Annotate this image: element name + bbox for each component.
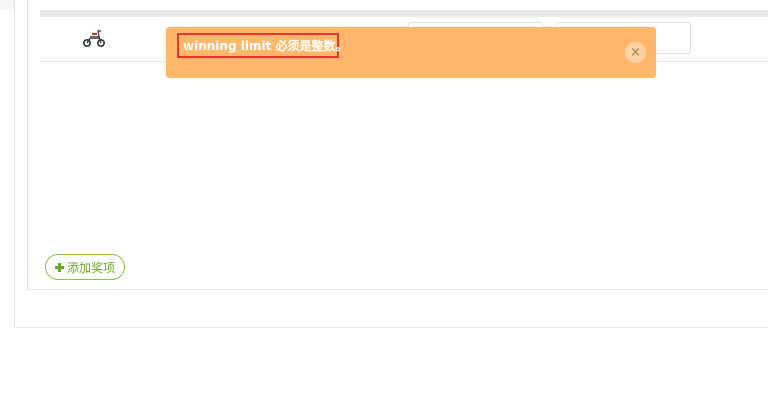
close-icon: ×: [630, 45, 641, 60]
error-toast: winning limit 必须是整数。 ×: [166, 27, 656, 78]
toast-close-button[interactable]: ×: [625, 42, 646, 63]
table-header-bar: [40, 10, 768, 17]
toast-message: winning limit 必须是整数。: [183, 39, 348, 53]
add-prize-button[interactable]: 添加奖项: [45, 254, 125, 280]
plus-icon: [54, 262, 64, 272]
page: 添加奖项 winning limit 必须是整数。 ×: [0, 0, 768, 394]
scooter-icon: [80, 27, 108, 49]
toast-message-highlight: winning limit 必须是整数。: [177, 33, 347, 58]
add-prize-label: 添加奖项: [66, 260, 115, 275]
